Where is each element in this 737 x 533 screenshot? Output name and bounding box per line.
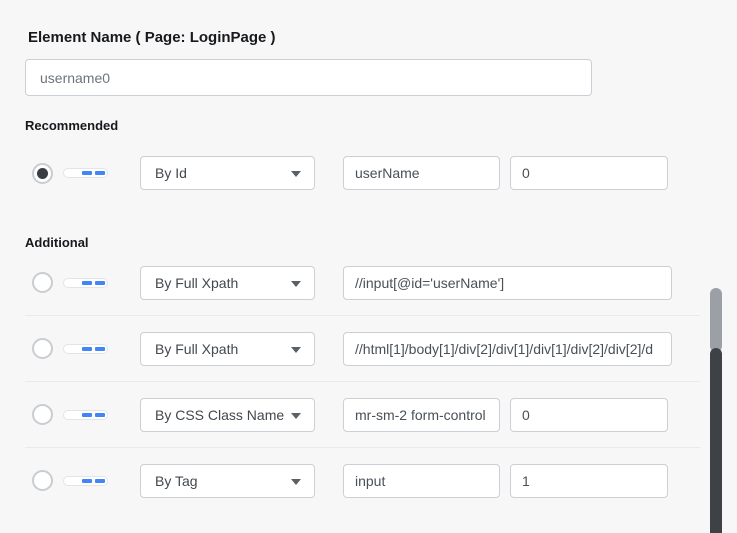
additional-locator-row: By Tag (0, 448, 737, 513)
section-label-recommended: Recommended (25, 118, 737, 133)
locator-value-input[interactable] (343, 156, 500, 190)
locator-type-dropdown[interactable]: By Full Xpath (140, 332, 315, 366)
locator-type-value: By Full Xpath (155, 341, 238, 357)
locator-type-dropdown[interactable]: By CSS Class Name (140, 398, 315, 432)
page-title: Element Name ( Page: LoginPage ) (28, 30, 737, 46)
locator-radio-selected[interactable] (32, 163, 53, 184)
section-label-additional: Additional (25, 235, 737, 250)
chevron-down-icon (291, 479, 301, 485)
recommended-locator-row: By Id (0, 156, 737, 190)
locator-strength-icon (63, 410, 108, 420)
locator-index-input[interactable] (510, 398, 668, 432)
locator-type-value: By Tag (155, 473, 198, 489)
scrollbar-thumb[interactable] (710, 348, 722, 533)
locator-value-input[interactable] (343, 266, 672, 300)
scrollbar-thumb-secondary[interactable] (710, 288, 722, 352)
locator-strength-icon (63, 278, 108, 288)
locator-value-input[interactable] (343, 398, 500, 432)
locator-type-dropdown[interactable]: By Id (140, 156, 315, 190)
radio-dot-icon (37, 168, 48, 179)
chevron-down-icon (291, 413, 301, 419)
additional-locator-row: By CSS Class Name (0, 382, 737, 447)
additional-locator-list: By Full Xpath By Full Xpath (0, 250, 737, 513)
locator-strength-icon (63, 476, 108, 486)
chevron-down-icon (291, 281, 301, 287)
locator-radio[interactable] (32, 404, 53, 425)
chevron-down-icon (291, 171, 301, 177)
locator-type-dropdown[interactable]: By Full Xpath (140, 266, 315, 300)
locator-type-value: By Full Xpath (155, 275, 238, 291)
locator-radio[interactable] (32, 272, 53, 293)
locator-value-input[interactable] (343, 332, 672, 366)
locator-index-input[interactable] (510, 156, 668, 190)
locator-type-value: By Id (155, 165, 187, 181)
additional-locator-row: By Full Xpath (0, 250, 737, 315)
element-name-input[interactable] (25, 59, 592, 96)
locator-strength-icon (63, 168, 108, 178)
chevron-down-icon (291, 347, 301, 353)
locator-radio[interactable] (32, 338, 53, 359)
locator-value-input[interactable] (343, 464, 500, 498)
locator-radio[interactable] (32, 470, 53, 491)
locator-index-input[interactable] (510, 464, 668, 498)
locator-type-dropdown[interactable]: By Tag (140, 464, 315, 498)
locator-type-value: By CSS Class Name (155, 407, 284, 423)
element-editor-panel: Element Name ( Page: LoginPage ) Recomme… (0, 30, 737, 513)
locator-strength-icon (63, 344, 108, 354)
additional-locator-row: By Full Xpath (0, 316, 737, 381)
